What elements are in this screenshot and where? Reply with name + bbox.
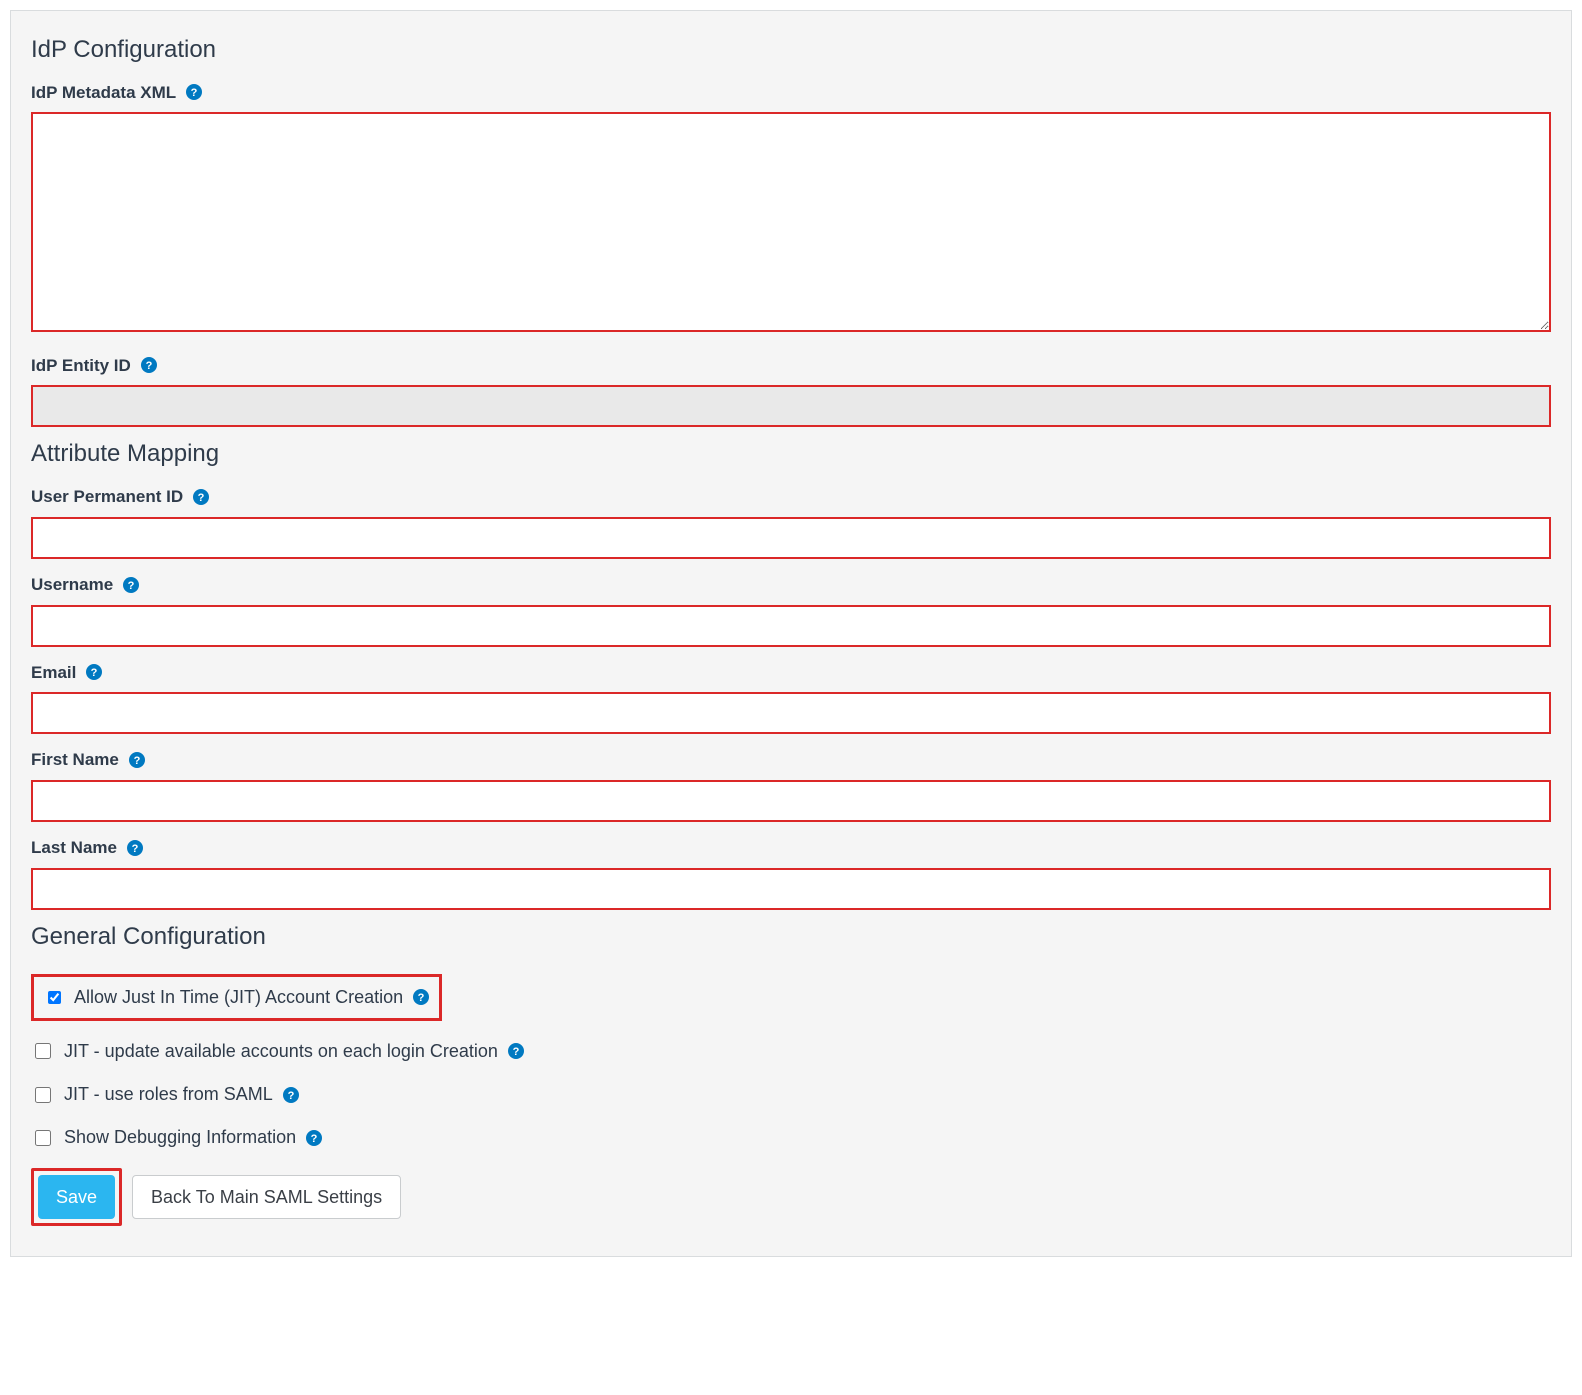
idp-entity-id-input[interactable]: [31, 385, 1551, 427]
svg-text:?: ?: [198, 492, 205, 504]
last-name-input[interactable]: [31, 868, 1551, 910]
idp-metadata-label-row: IdP Metadata XML ?: [31, 81, 1551, 105]
general-configuration-title: General Configuration: [31, 920, 1551, 954]
last-name-label-row: Last Name ?: [31, 836, 1551, 860]
jit-allow-highlight: Allow Just In Time (JIT) Account Creatio…: [31, 974, 442, 1021]
first-name-label: First Name: [31, 748, 119, 772]
help-icon[interactable]: ?: [508, 1043, 524, 1059]
first-name-label-row: First Name ?: [31, 748, 1551, 772]
help-icon[interactable]: ?: [86, 664, 102, 680]
idp-entity-id-label: IdP Entity ID: [31, 354, 131, 378]
jit-roles-row: JIT - use roles from SAML ?: [31, 1082, 1551, 1107]
user-permanent-id-input[interactable]: [31, 517, 1551, 559]
debug-label: Show Debugging Information: [64, 1125, 296, 1150]
email-input[interactable]: [31, 692, 1551, 734]
svg-text:?: ?: [128, 580, 135, 592]
debug-row: Show Debugging Information ?: [31, 1125, 1551, 1150]
svg-text:?: ?: [513, 1046, 520, 1058]
jit-allow-label: Allow Just In Time (JIT) Account Creatio…: [74, 985, 403, 1010]
username-input[interactable]: [31, 605, 1551, 647]
button-row: Save Back To Main SAML Settings: [31, 1168, 1551, 1226]
debug-checkbox[interactable]: [35, 1130, 51, 1146]
jit-roles-checkbox[interactable]: [35, 1087, 51, 1103]
svg-text:?: ?: [145, 360, 152, 372]
svg-text:?: ?: [134, 755, 141, 767]
idp-entity-id-label-row: IdP Entity ID ?: [31, 354, 1551, 378]
email-label: Email: [31, 661, 76, 685]
jit-update-row: JIT - update available accounts on each …: [31, 1039, 1551, 1064]
svg-text:?: ?: [191, 87, 198, 99]
back-button[interactable]: Back To Main SAML Settings: [132, 1175, 401, 1219]
idp-config-panel: IdP Configuration IdP Metadata XML ? IdP…: [10, 10, 1572, 1257]
svg-text:?: ?: [287, 1090, 294, 1102]
username-label: Username: [31, 573, 113, 597]
help-icon[interactable]: ?: [413, 989, 429, 1005]
attribute-mapping-title: Attribute Mapping: [31, 437, 1551, 471]
svg-text:?: ?: [418, 992, 425, 1004]
help-icon[interactable]: ?: [283, 1087, 299, 1103]
help-icon[interactable]: ?: [123, 577, 139, 593]
help-icon[interactable]: ?: [193, 489, 209, 505]
svg-text:?: ?: [91, 667, 98, 679]
help-icon[interactable]: ?: [306, 1130, 322, 1146]
idp-metadata-label: IdP Metadata XML: [31, 81, 176, 105]
jit-allow-checkbox[interactable]: [48, 991, 61, 1004]
jit-update-label: JIT - update available accounts on each …: [64, 1039, 498, 1064]
first-name-input[interactable]: [31, 780, 1551, 822]
help-icon[interactable]: ?: [129, 752, 145, 768]
idp-configuration-title: IdP Configuration: [31, 33, 1551, 67]
help-icon[interactable]: ?: [141, 357, 157, 373]
user-permanent-id-label-row: User Permanent ID ?: [31, 485, 1551, 509]
last-name-label: Last Name: [31, 836, 117, 860]
save-button[interactable]: Save: [38, 1175, 115, 1219]
help-icon[interactable]: ?: [186, 84, 202, 100]
help-icon[interactable]: ?: [127, 840, 143, 856]
jit-update-checkbox[interactable]: [35, 1043, 51, 1059]
svg-text:?: ?: [132, 843, 139, 855]
svg-text:?: ?: [311, 1133, 318, 1145]
username-label-row: Username ?: [31, 573, 1551, 597]
user-permanent-id-label: User Permanent ID: [31, 485, 183, 509]
idp-metadata-textarea[interactable]: [31, 112, 1551, 332]
email-label-row: Email ?: [31, 661, 1551, 685]
save-button-highlight: Save: [31, 1168, 122, 1226]
jit-roles-label: JIT - use roles from SAML: [64, 1082, 273, 1107]
